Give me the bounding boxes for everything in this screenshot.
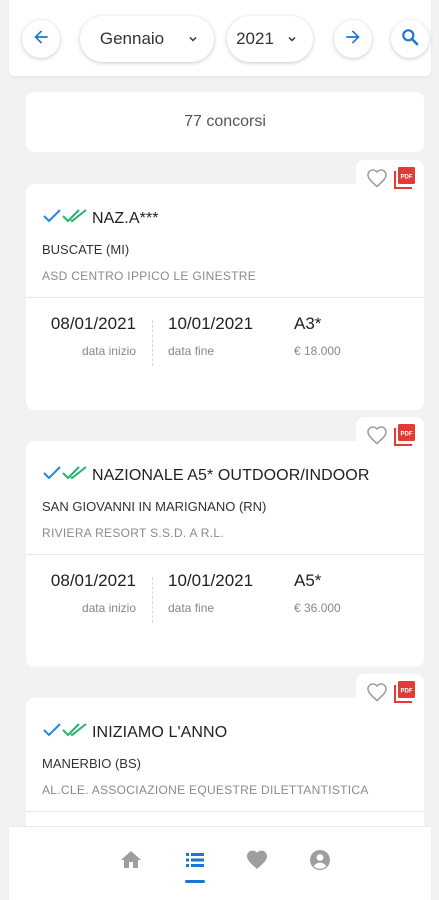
end-date: 10/01/2021 bbox=[168, 314, 254, 333]
svg-text:PDF: PDF bbox=[400, 688, 412, 694]
results-count: 77 concorsi bbox=[26, 92, 424, 152]
check-icon bbox=[42, 208, 62, 229]
year-select[interactable]: 2021 bbox=[227, 16, 313, 62]
card-actions: PDF bbox=[356, 160, 424, 200]
competition-card[interactable]: PDF NAZIONALE A5* OUTDOOR/INDOOR SAN GIO… bbox=[26, 417, 424, 667]
pdf-icon[interactable]: PDF bbox=[393, 680, 416, 709]
svg-text:PDF: PDF bbox=[400, 431, 412, 437]
start-date-label: data inizio bbox=[81, 601, 136, 615]
bottom-navigation bbox=[9, 826, 431, 900]
chevron-down-icon bbox=[184, 33, 202, 45]
category-block: A5* € 36.000 bbox=[294, 571, 341, 615]
next-month-button[interactable] bbox=[334, 20, 372, 58]
double-check-icon bbox=[62, 465, 88, 486]
end-date-label: data fine bbox=[168, 601, 215, 615]
prize-amount: € 18.000 bbox=[294, 344, 341, 358]
search-button[interactable] bbox=[391, 20, 429, 58]
results-count-label: 77 concorsi bbox=[184, 113, 266, 130]
competition-category: A5* bbox=[294, 571, 322, 590]
start-date: 08/01/2021 bbox=[50, 571, 136, 590]
svg-text:PDF: PDF bbox=[400, 174, 412, 180]
double-check-icon bbox=[62, 208, 88, 229]
month-value: Gennaio bbox=[99, 29, 165, 48]
end-date-label: data fine bbox=[168, 344, 215, 358]
list-icon bbox=[183, 848, 207, 877]
competition-card[interactable]: PDF NAZ.A*** BUSCATE (MI) ASD CENTRO IPP… bbox=[26, 160, 424, 410]
competition-title: INIZIAMO L'ANNO bbox=[92, 723, 228, 741]
end-date-block: 10/01/2021 data fine bbox=[168, 314, 253, 358]
heart-outline-icon[interactable] bbox=[365, 680, 389, 709]
arrow-left-icon bbox=[31, 27, 51, 52]
start-date-block: 08/01/2021 data inizio bbox=[46, 571, 136, 615]
card-title-row: NAZ.A*** bbox=[42, 208, 159, 229]
competition-organizer: AL.CLE. ASSOCIAZIONE EQUESTRE DILETTANTI… bbox=[42, 783, 369, 797]
nav-favorites[interactable] bbox=[242, 847, 272, 877]
competition-title: NAZIONALE A5* OUTDOOR/INDOOR bbox=[92, 466, 370, 484]
competition-place: SAN GIOVANNI IN MARIGNANO (RN) bbox=[42, 499, 267, 514]
check-icon bbox=[42, 465, 62, 486]
card-title-row: NAZIONALE A5* OUTDOOR/INDOOR bbox=[42, 465, 370, 486]
top-bar: Gennaio 2021 bbox=[9, 0, 431, 76]
competition-place: BUSCATE (MI) bbox=[42, 242, 130, 257]
start-date-label: data inizio bbox=[81, 344, 136, 358]
home-icon bbox=[119, 848, 143, 877]
search-icon bbox=[400, 27, 420, 52]
card-actions: PDF bbox=[356, 417, 424, 457]
date-separator bbox=[152, 577, 153, 623]
nav-profile[interactable] bbox=[305, 847, 335, 877]
pdf-icon[interactable]: PDF bbox=[393, 423, 416, 452]
card-divider bbox=[26, 297, 424, 298]
competition-place: MANERBIO (BS) bbox=[42, 756, 141, 771]
card-title-row: INIZIAMO L'ANNO bbox=[42, 722, 227, 743]
heart-outline-icon[interactable] bbox=[365, 423, 389, 452]
competition-details: 08/01/2021 data inizio 10/01/2021 data f… bbox=[26, 571, 424, 641]
heart-outline-icon[interactable] bbox=[365, 166, 389, 195]
card-divider bbox=[26, 554, 424, 555]
end-date: 10/01/2021 bbox=[168, 571, 254, 590]
previous-month-button[interactable] bbox=[22, 20, 60, 58]
pdf-icon[interactable]: PDF bbox=[393, 166, 416, 195]
nav-list[interactable] bbox=[180, 847, 210, 877]
heart-icon bbox=[245, 848, 269, 877]
arrow-right-icon bbox=[343, 27, 363, 52]
year-value: 2021 bbox=[236, 29, 274, 48]
month-select[interactable]: Gennaio bbox=[80, 16, 214, 62]
check-icon bbox=[42, 722, 62, 743]
start-date: 08/01/2021 bbox=[50, 314, 136, 333]
competition-organizer: RIVIERA RESORT S.S.D. A R.L. bbox=[42, 526, 225, 540]
card-divider bbox=[26, 811, 424, 812]
end-date-block: 10/01/2021 data fine bbox=[168, 571, 253, 615]
double-check-icon bbox=[62, 722, 88, 743]
competition-title: NAZ.A*** bbox=[92, 209, 159, 227]
start-date-block: 08/01/2021 data inizio bbox=[46, 314, 136, 358]
competition-organizer: ASD CENTRO IPPICO LE GINESTRE bbox=[42, 269, 257, 283]
nav-home[interactable] bbox=[116, 847, 146, 877]
prize-amount: € 36.000 bbox=[294, 601, 341, 615]
card-actions: PDF bbox=[356, 674, 424, 714]
competition-category: A3* bbox=[294, 314, 322, 333]
account-icon bbox=[308, 848, 332, 877]
category-block: A3* € 18.000 bbox=[294, 314, 341, 358]
active-tab-indicator bbox=[185, 880, 205, 883]
competition-details: 08/01/2021 data inizio 10/01/2021 data f… bbox=[26, 314, 424, 384]
chevron-down-icon bbox=[283, 33, 301, 45]
date-separator bbox=[152, 320, 153, 366]
